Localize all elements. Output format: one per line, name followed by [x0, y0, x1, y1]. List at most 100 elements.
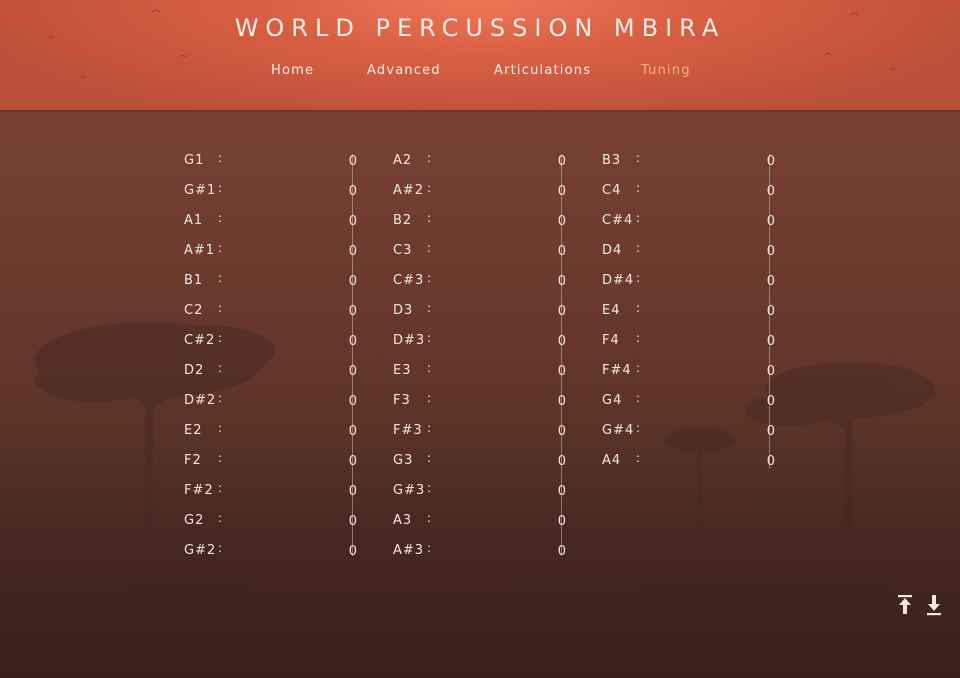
tuning-row: F#4:0	[602, 360, 792, 390]
separator: :	[427, 181, 433, 195]
tuning-row: E2: 0	[184, 420, 374, 450]
separator: :	[636, 271, 642, 285]
tuning-value[interactable]: 0	[349, 334, 358, 349]
separator: :	[636, 361, 642, 375]
separator: :	[427, 211, 433, 225]
separator: :	[427, 451, 433, 465]
tuning-value[interactable]: 0	[558, 334, 567, 349]
tuning-value[interactable]: 0	[349, 304, 358, 319]
separator: :	[427, 151, 433, 165]
upload-icon[interactable]	[897, 594, 913, 616]
separator: :	[218, 391, 224, 405]
note-label: D3	[393, 303, 414, 318]
tuning-row: D4:0	[602, 240, 792, 270]
note-label: E4	[602, 303, 621, 318]
header-bar: WORLD PERCUSSION MBIRA Home Advanced Art…	[0, 0, 960, 110]
tuning-value[interactable]: 0	[349, 424, 358, 439]
tuning-row: G#1: 0	[184, 180, 374, 210]
column-divider	[352, 154, 353, 556]
separator: :	[636, 181, 642, 195]
birds-decoration	[47, 9, 897, 79]
tuning-value[interactable]: 0	[349, 154, 358, 169]
tuning-value[interactable]: 0	[349, 484, 358, 499]
column-divider	[769, 154, 770, 469]
tuning-value[interactable]: 0	[349, 544, 358, 559]
note-label: D2	[184, 363, 205, 378]
note-label: G3	[393, 453, 414, 468]
separator: :	[427, 331, 433, 345]
tuning-row: D#2: 0	[184, 390, 374, 420]
note-label: F3	[393, 393, 411, 408]
tuning-value[interactable]: 0	[349, 214, 358, 229]
separator: :	[218, 451, 224, 465]
tuning-row: F#3: 0	[393, 420, 583, 450]
tuning-value[interactable]: 0	[558, 184, 567, 199]
tuning-value[interactable]: 0	[349, 244, 358, 259]
separator: :	[218, 331, 224, 345]
separator: :	[427, 301, 433, 315]
tuning-row: G#2: 0	[184, 540, 374, 570]
separator: :	[636, 451, 642, 465]
note-label: F#2	[184, 483, 214, 498]
tuning-row: F2: 0	[184, 450, 374, 480]
note-label: F2	[184, 453, 202, 468]
tuning-row: C#4:0	[602, 210, 792, 240]
tuning-row: C#2: 0	[184, 330, 374, 360]
note-label: F#4	[602, 363, 632, 378]
tuning-value[interactable]: 0	[558, 214, 567, 229]
separator: :	[636, 421, 642, 435]
tuning-value[interactable]: 0	[558, 454, 567, 469]
separator: :	[218, 421, 224, 435]
tuning-row: C2: 0	[184, 300, 374, 330]
tuning-row: E3: 0	[393, 360, 583, 390]
download-icon[interactable]	[926, 594, 942, 616]
tuning-value[interactable]: 0	[558, 364, 567, 379]
note-label: G#1	[184, 183, 217, 198]
tuning-value[interactable]: 0	[349, 394, 358, 409]
column-divider	[561, 154, 562, 556]
tuning-value[interactable]: 0	[349, 454, 358, 469]
note-label: D#3	[393, 333, 426, 348]
separator: :	[427, 241, 433, 255]
tuning-value[interactable]: 0	[558, 394, 567, 409]
note-label: E2	[184, 423, 203, 438]
separator: :	[636, 331, 642, 345]
tuning-value[interactable]: 0	[558, 424, 567, 439]
tuning-row: C4:0	[602, 180, 792, 210]
tuning-row: B3:0	[602, 150, 792, 180]
separator: :	[218, 211, 224, 225]
note-label: D#2	[184, 393, 217, 408]
note-label: C2	[184, 303, 204, 318]
note-label: A2	[393, 153, 413, 168]
tuning-column-1: G1: 0 G#1: 0 A1: 0 A#1: 0 B1: 0 C2: 0 C#2: 0 D2…	[184, 150, 374, 570]
note-label: B3	[602, 153, 622, 168]
tuning-row: C3: 0	[393, 240, 583, 270]
note-label: D4	[602, 243, 623, 258]
separator: :	[427, 481, 433, 495]
tuning-row: F#2: 0	[184, 480, 374, 510]
tuning-value[interactable]: 0	[349, 184, 358, 199]
tuning-row: D#3: 0	[393, 330, 583, 360]
separator: :	[218, 301, 224, 315]
note-label: A3	[393, 513, 413, 528]
tuning-row: G#3: 0	[393, 480, 583, 510]
tuning-value[interactable]: 0	[349, 514, 358, 529]
note-label: B1	[184, 273, 204, 288]
tuning-value[interactable]: 0	[349, 364, 358, 379]
tuning-value[interactable]: 0	[558, 274, 567, 289]
tuning-value[interactable]: 0	[558, 544, 567, 559]
tuning-row: G#4:0	[602, 420, 792, 450]
tuning-value[interactable]: 0	[558, 304, 567, 319]
tuning-row: G3: 0	[393, 450, 583, 480]
note-label: E3	[393, 363, 412, 378]
note-label: C#3	[393, 273, 425, 288]
tuning-value[interactable]: 0	[558, 484, 567, 499]
separator: :	[218, 541, 224, 555]
note-label: G4	[602, 393, 623, 408]
tuning-value[interactable]: 0	[349, 274, 358, 289]
separator: :	[427, 541, 433, 555]
tuning-row: C#3: 0	[393, 270, 583, 300]
tuning-value[interactable]: 0	[558, 154, 567, 169]
tuning-value[interactable]: 0	[558, 244, 567, 259]
tuning-value[interactable]: 0	[558, 514, 567, 529]
